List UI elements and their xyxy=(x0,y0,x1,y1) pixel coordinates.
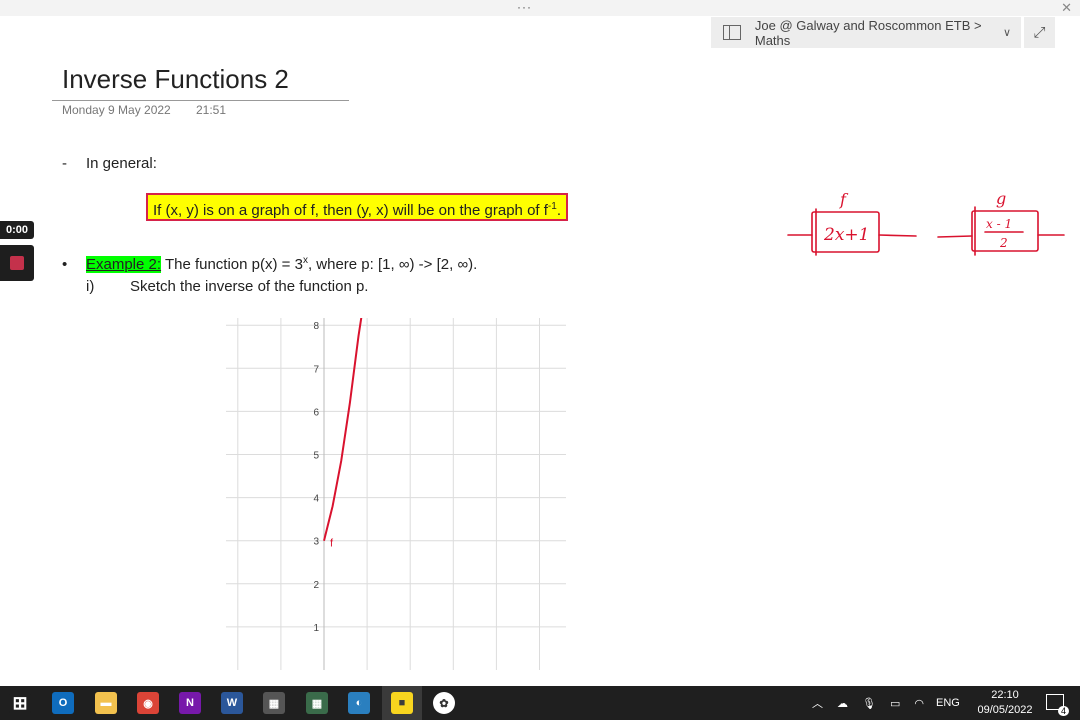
series-line-f xyxy=(323,318,363,541)
calculator2-icon[interactable]: ▦ xyxy=(306,692,328,714)
rule-period: . xyxy=(556,202,561,219)
clock-date: 09/05/2022 xyxy=(977,704,1033,716)
y-tick-label: 4 xyxy=(313,494,319,505)
chrome-icon[interactable]: ◉ xyxy=(137,692,159,714)
y-tick-label: 6 xyxy=(313,407,319,418)
battery-icon[interactable]: ▭ xyxy=(890,697,900,710)
example-label: Example 2: xyxy=(86,256,162,273)
g-numerator: x - 1 xyxy=(986,217,1012,231)
rule-text: If (x, y) is on a graph of f, then (y, x… xyxy=(153,202,548,219)
window-title-bar: ··· ✕ xyxy=(0,0,1080,16)
example-domain: , where p: [1, ∞) -> [2, ∞). xyxy=(307,256,478,273)
file-explorer-icon[interactable]: ▬ xyxy=(95,692,117,714)
microphone-icon[interactable]: 🎙 xyxy=(862,697,876,710)
page-time: 21:51 xyxy=(196,103,227,117)
onenote-icon[interactable]: N xyxy=(179,692,201,714)
close-icon[interactable]: ✕ xyxy=(1061,0,1072,16)
stop-icon xyxy=(10,256,24,270)
example-line[interactable]: • Example 2: The function p(x) = 3x, wher… xyxy=(62,255,477,273)
recording-timer: 0:00 xyxy=(0,221,34,239)
system-tray: ︿ ☁ 🎙 ▭ ◠ ENG xyxy=(812,686,960,720)
y-tick-label: 1 xyxy=(313,623,319,634)
app-icon[interactable]: ✿ xyxy=(433,692,455,714)
language-indicator[interactable]: ENG xyxy=(936,697,960,709)
notification-center-icon[interactable]: 4 xyxy=(1046,694,1069,716)
dash-bullet: - xyxy=(62,155,67,172)
y-tick-label: 5 xyxy=(313,451,319,462)
g-denominator: 2 xyxy=(999,236,1008,250)
page-title[interactable]: Inverse Functions 2 xyxy=(62,64,289,95)
y-tick-label: 2 xyxy=(313,580,319,591)
f-machine-formula: 2x+1 xyxy=(823,225,869,245)
record-stop-button[interactable] xyxy=(0,245,34,281)
windows-start-icon[interactable]: ⊞ xyxy=(9,692,31,714)
breadcrumb-text: Joe @ Galway and Roscommon ETB > Maths xyxy=(754,17,982,48)
calculator-icon[interactable]: ▦ xyxy=(263,692,285,714)
handwritten-function-machines: f 2x+1 g x - 1 2 xyxy=(787,189,1065,256)
more-options-icon[interactable]: ··· xyxy=(517,0,532,14)
g-label: g xyxy=(996,189,1006,208)
y-tick-label: 3 xyxy=(313,537,319,548)
show-hidden-icons-icon[interactable]: ︿ xyxy=(812,695,823,711)
general-line[interactable]: - In general: xyxy=(62,155,157,172)
taskbar-clock[interactable]: 22:10 09/05/2022 xyxy=(965,688,1045,718)
part-i-line[interactable]: i) Sketch the inverse of the function p. xyxy=(86,278,368,295)
curve-label-f: f xyxy=(330,538,334,550)
edge-icon[interactable]: ◐ xyxy=(348,692,370,714)
notebook-breadcrumb[interactable]: Joe @ Galway and Roscommon ETB > Maths ∨ xyxy=(711,17,1021,48)
notebook-icon xyxy=(723,25,741,40)
y-tick-label: 7 xyxy=(313,364,319,375)
onedrive-icon[interactable]: ☁ xyxy=(837,697,848,710)
y-tick-label: 8 xyxy=(313,321,319,332)
active-app-indicator xyxy=(382,686,422,720)
page-date: Monday 9 May 2022 xyxy=(62,103,171,117)
function-graph[interactable]: 1 2 3 4 5 6 7 8 f xyxy=(226,318,566,670)
notification-count: 4 xyxy=(1057,706,1069,716)
outlook-icon[interactable]: O xyxy=(52,692,74,714)
general-text: In general: xyxy=(86,155,157,172)
wifi-icon[interactable]: ◠ xyxy=(914,697,924,710)
chevron-down-icon[interactable]: ∨ xyxy=(1003,26,1011,39)
part-number: i) xyxy=(86,278,95,295)
highlighted-rule[interactable]: If (x, y) is on a graph of f, then (y, x… xyxy=(146,193,568,221)
title-underline xyxy=(52,100,349,101)
expand-icon[interactable]: ⤢ xyxy=(1024,17,1055,48)
f-label: f xyxy=(839,190,849,209)
clock-time: 22:10 xyxy=(991,689,1019,701)
word-icon[interactable]: W xyxy=(221,692,243,714)
example-text: The function p(x) = 3 xyxy=(161,256,303,273)
part-text: Sketch the inverse of the function p. xyxy=(130,278,369,295)
rule-superscript: -1 xyxy=(547,201,557,212)
bullet-icon: • xyxy=(62,256,68,273)
